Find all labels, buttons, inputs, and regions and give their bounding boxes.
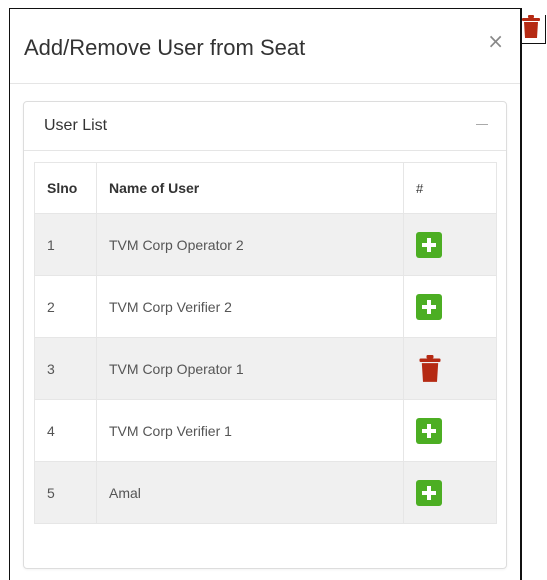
- table-row: 5 Amal: [34, 461, 497, 524]
- cell-action: [403, 275, 497, 338]
- cell-name: TVM Corp Verifier 2: [96, 275, 404, 338]
- column-header-action: #: [403, 162, 497, 214]
- table-row: 2 TVM Corp Verifier 2: [34, 275, 497, 338]
- cell-slno: 1: [34, 213, 97, 276]
- cell-action: [403, 461, 497, 524]
- close-icon[interactable]: ×: [487, 29, 504, 53]
- add-remove-user-modal: Add/Remove User from Seat × User List Sl…: [9, 8, 522, 580]
- column-header-slno: Slno: [34, 162, 97, 214]
- cell-slno: 2: [34, 275, 97, 338]
- minus-icon[interactable]: [476, 124, 488, 125]
- table-header-row: Slno Name of User #: [34, 162, 497, 214]
- column-header-name: Name of User: [96, 162, 404, 214]
- cell-name: TVM Corp Operator 1: [96, 337, 404, 400]
- cell-name: TVM Corp Operator 2: [96, 213, 404, 276]
- cell-slno: 5: [34, 461, 97, 524]
- plus-square-icon[interactable]: [416, 231, 442, 258]
- table-row: 4 TVM Corp Verifier 1: [34, 399, 497, 462]
- cell-slno: 3: [34, 337, 97, 400]
- panel-heading[interactable]: User List: [24, 102, 506, 151]
- cell-name: Amal: [96, 461, 404, 524]
- trash-icon: [522, 15, 540, 38]
- table-row: 1 TVM Corp Operator 2: [34, 213, 497, 276]
- modal-title: Add/Remove User from Seat: [24, 35, 306, 60]
- cell-action: [403, 399, 497, 462]
- cell-name: TVM Corp Verifier 1: [96, 399, 404, 462]
- panel-title: User List: [44, 117, 108, 134]
- cell-action: [403, 337, 497, 400]
- cell-action: [403, 213, 497, 276]
- modal-header: Add/Remove User from Seat ×: [10, 9, 520, 84]
- user-list-panel: User List Slno Name of User # 1 TVM Corp…: [23, 101, 507, 569]
- plus-square-icon[interactable]: [416, 293, 442, 320]
- table-row: 3 TVM Corp Operator 1: [34, 337, 497, 400]
- plus-square-icon[interactable]: [416, 479, 442, 506]
- user-table: Slno Name of User # 1 TVM Corp Operator …: [34, 162, 497, 524]
- cell-slno: 4: [34, 399, 97, 462]
- trash-icon[interactable]: [418, 354, 442, 383]
- plus-square-icon[interactable]: [416, 417, 442, 444]
